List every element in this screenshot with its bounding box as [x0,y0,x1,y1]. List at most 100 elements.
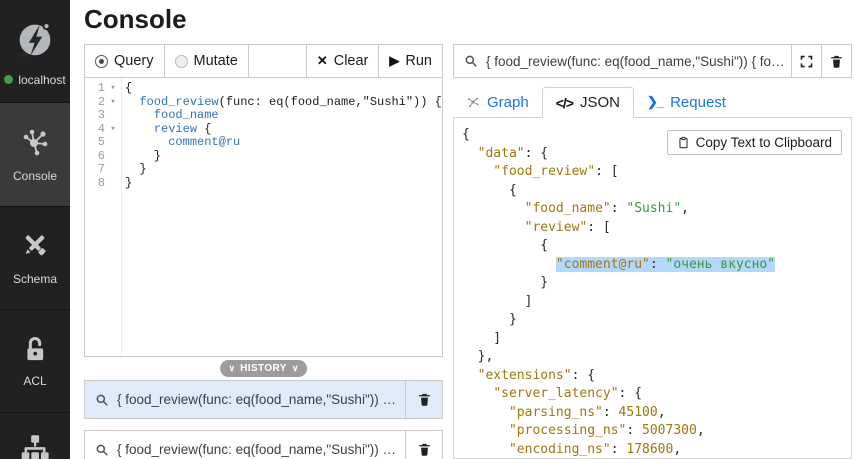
query-editor[interactable]: 1▾{2▾ food_review(func: eq(food_name,"Su… [84,77,443,357]
editor-line-text: comment@ru [121,136,240,150]
fold-marker-icon[interactable]: ▾ [105,96,121,110]
editor-line-text: } [121,150,161,164]
line-number: 5 [85,136,105,150]
editor-line[interactable]: 8} [85,177,442,191]
json-token: "review" [525,220,588,235]
line-number: 6 [85,150,105,164]
fold-marker-icon[interactable]: ▾ [105,82,121,96]
json-text: { "data": { "food_review": [ { "food_nam… [454,118,851,459]
json-line: "encoding_ns": 178600, [462,441,851,459]
result-query-bar[interactable]: { food_review(func: eq(food_name,"Sushi"… [453,44,852,78]
json-token [462,423,509,438]
result-tabbar: Graph </> JSON ❯_ Request [453,87,852,118]
json-line: ] [462,330,851,349]
run-button[interactable]: ▶ Run [378,45,442,77]
radio-selected-icon[interactable] [95,55,108,68]
sidebar-item-console[interactable]: Console [0,103,70,207]
json-token: 178600 [626,442,673,457]
fullscreen-button[interactable] [791,45,821,77]
history-item[interactable]: { food_review(func: eq(food_name,"Sushi"… [84,430,443,459]
editor-line[interactable]: 4▾ review { [85,123,442,137]
json-token: "food_name" [525,201,611,216]
query-mode-radio[interactable]: Query [85,45,165,77]
line-number: 4 [85,123,105,137]
editor-line-text: } [121,163,147,177]
history-delete-button[interactable] [405,381,442,418]
json-token: 45100 [619,405,658,420]
json-response-view: Copy Text to Clipboard { "data": { "food… [453,118,852,459]
json-token [462,368,478,383]
json-token: "Sushi" [626,201,681,216]
editor-line[interactable]: 7 } [85,163,442,177]
code-token: { [125,81,132,95]
editor-line[interactable]: 1▾ { [85,82,442,96]
json-token: } [462,312,517,327]
code-token [125,95,139,109]
tab-request[interactable]: ❯_ Request [634,87,739,117]
tab-graph[interactable]: Graph [453,87,542,117]
editor-line-text: food_name [121,109,219,123]
fold-gutter [105,136,121,150]
result-query-text: { food_review(func: eq(food_name,"Sushi"… [486,54,791,69]
json-token: : [611,442,627,457]
fullscreen-icon [799,54,814,69]
history-delete-button[interactable] [405,431,442,459]
query-mode-label: Query [114,53,154,69]
sidebar-item-server[interactable]: localhost [0,0,70,103]
status-online-icon [4,75,13,84]
json-token: { [462,183,517,198]
trash-icon [417,392,432,407]
json-line: "processing_ns": 5007300, [462,422,851,441]
highlighted-json-token: : [650,257,666,272]
code-token: } [125,162,147,176]
dgraph-logo-icon [12,16,58,67]
clear-button[interactable]: ✕ Clear [306,45,379,77]
json-line: { [462,237,851,256]
editor-line[interactable]: 2▾ food_review(func: eq(food_name,"Sushi… [85,96,442,110]
fold-marker-icon[interactable]: ▾ [105,123,121,137]
json-token [462,405,509,420]
server-status: localhost [4,73,65,87]
code-token [125,108,154,122]
result-delete-button[interactable] [821,45,851,77]
json-token: ] [462,331,501,346]
code-icon: </> [556,95,573,111]
json-token [462,164,493,179]
editor-line-text: review { [121,123,211,137]
clear-x-icon: ✕ [317,53,328,69]
json-token: }, [462,349,493,364]
code-token: comment@ru [168,135,240,149]
json-token: : { [619,386,642,401]
json-token: "parsing_ns" [509,405,603,420]
copy-to-clipboard-button[interactable]: Copy Text to Clipboard [667,130,842,155]
history-query-text: { food_review(func: eq(food_name,"Sushi"… [117,442,405,457]
radio-unselected-icon[interactable] [175,55,188,68]
line-number: 1 [85,82,105,96]
line-number: 7 [85,163,105,177]
mutate-mode-radio[interactable]: Mutate [165,45,249,77]
editor-line[interactable]: 6 } [85,150,442,164]
sidebar-item-cluster[interactable] [0,413,70,459]
history-toggle-button[interactable]: ∨ HISTORY ∨ [220,360,308,377]
editor-line[interactable]: 5 comment@ru [85,136,442,150]
page-title: Console [84,4,187,35]
sidebar: localhost C [0,0,70,459]
history-item[interactable]: { food_review(func: eq(food_name,"Sushi"… [84,380,443,419]
json-token: , [697,423,705,438]
sidebar-item-schema[interactable]: Schema [0,207,70,310]
editor-line[interactable]: 3 food_name [85,109,442,123]
tab-json[interactable]: </> JSON [542,87,634,118]
search-icon [95,443,109,457]
line-number: 2 [85,96,105,110]
json-token: : [626,423,642,438]
code-token: food_review [139,95,218,109]
result-panel: { food_review(func: eq(food_name,"Sushi"… [453,44,852,459]
tab-graph-label: Graph [487,94,529,111]
code-token: } [125,176,132,190]
toolbar-spacer [249,45,306,77]
sidebar-item-acl[interactable]: ACL [0,310,70,413]
json-token: : [ [587,220,610,235]
json-token: ] [462,294,532,309]
json-token: { [462,127,470,142]
json-line: } [462,274,851,293]
